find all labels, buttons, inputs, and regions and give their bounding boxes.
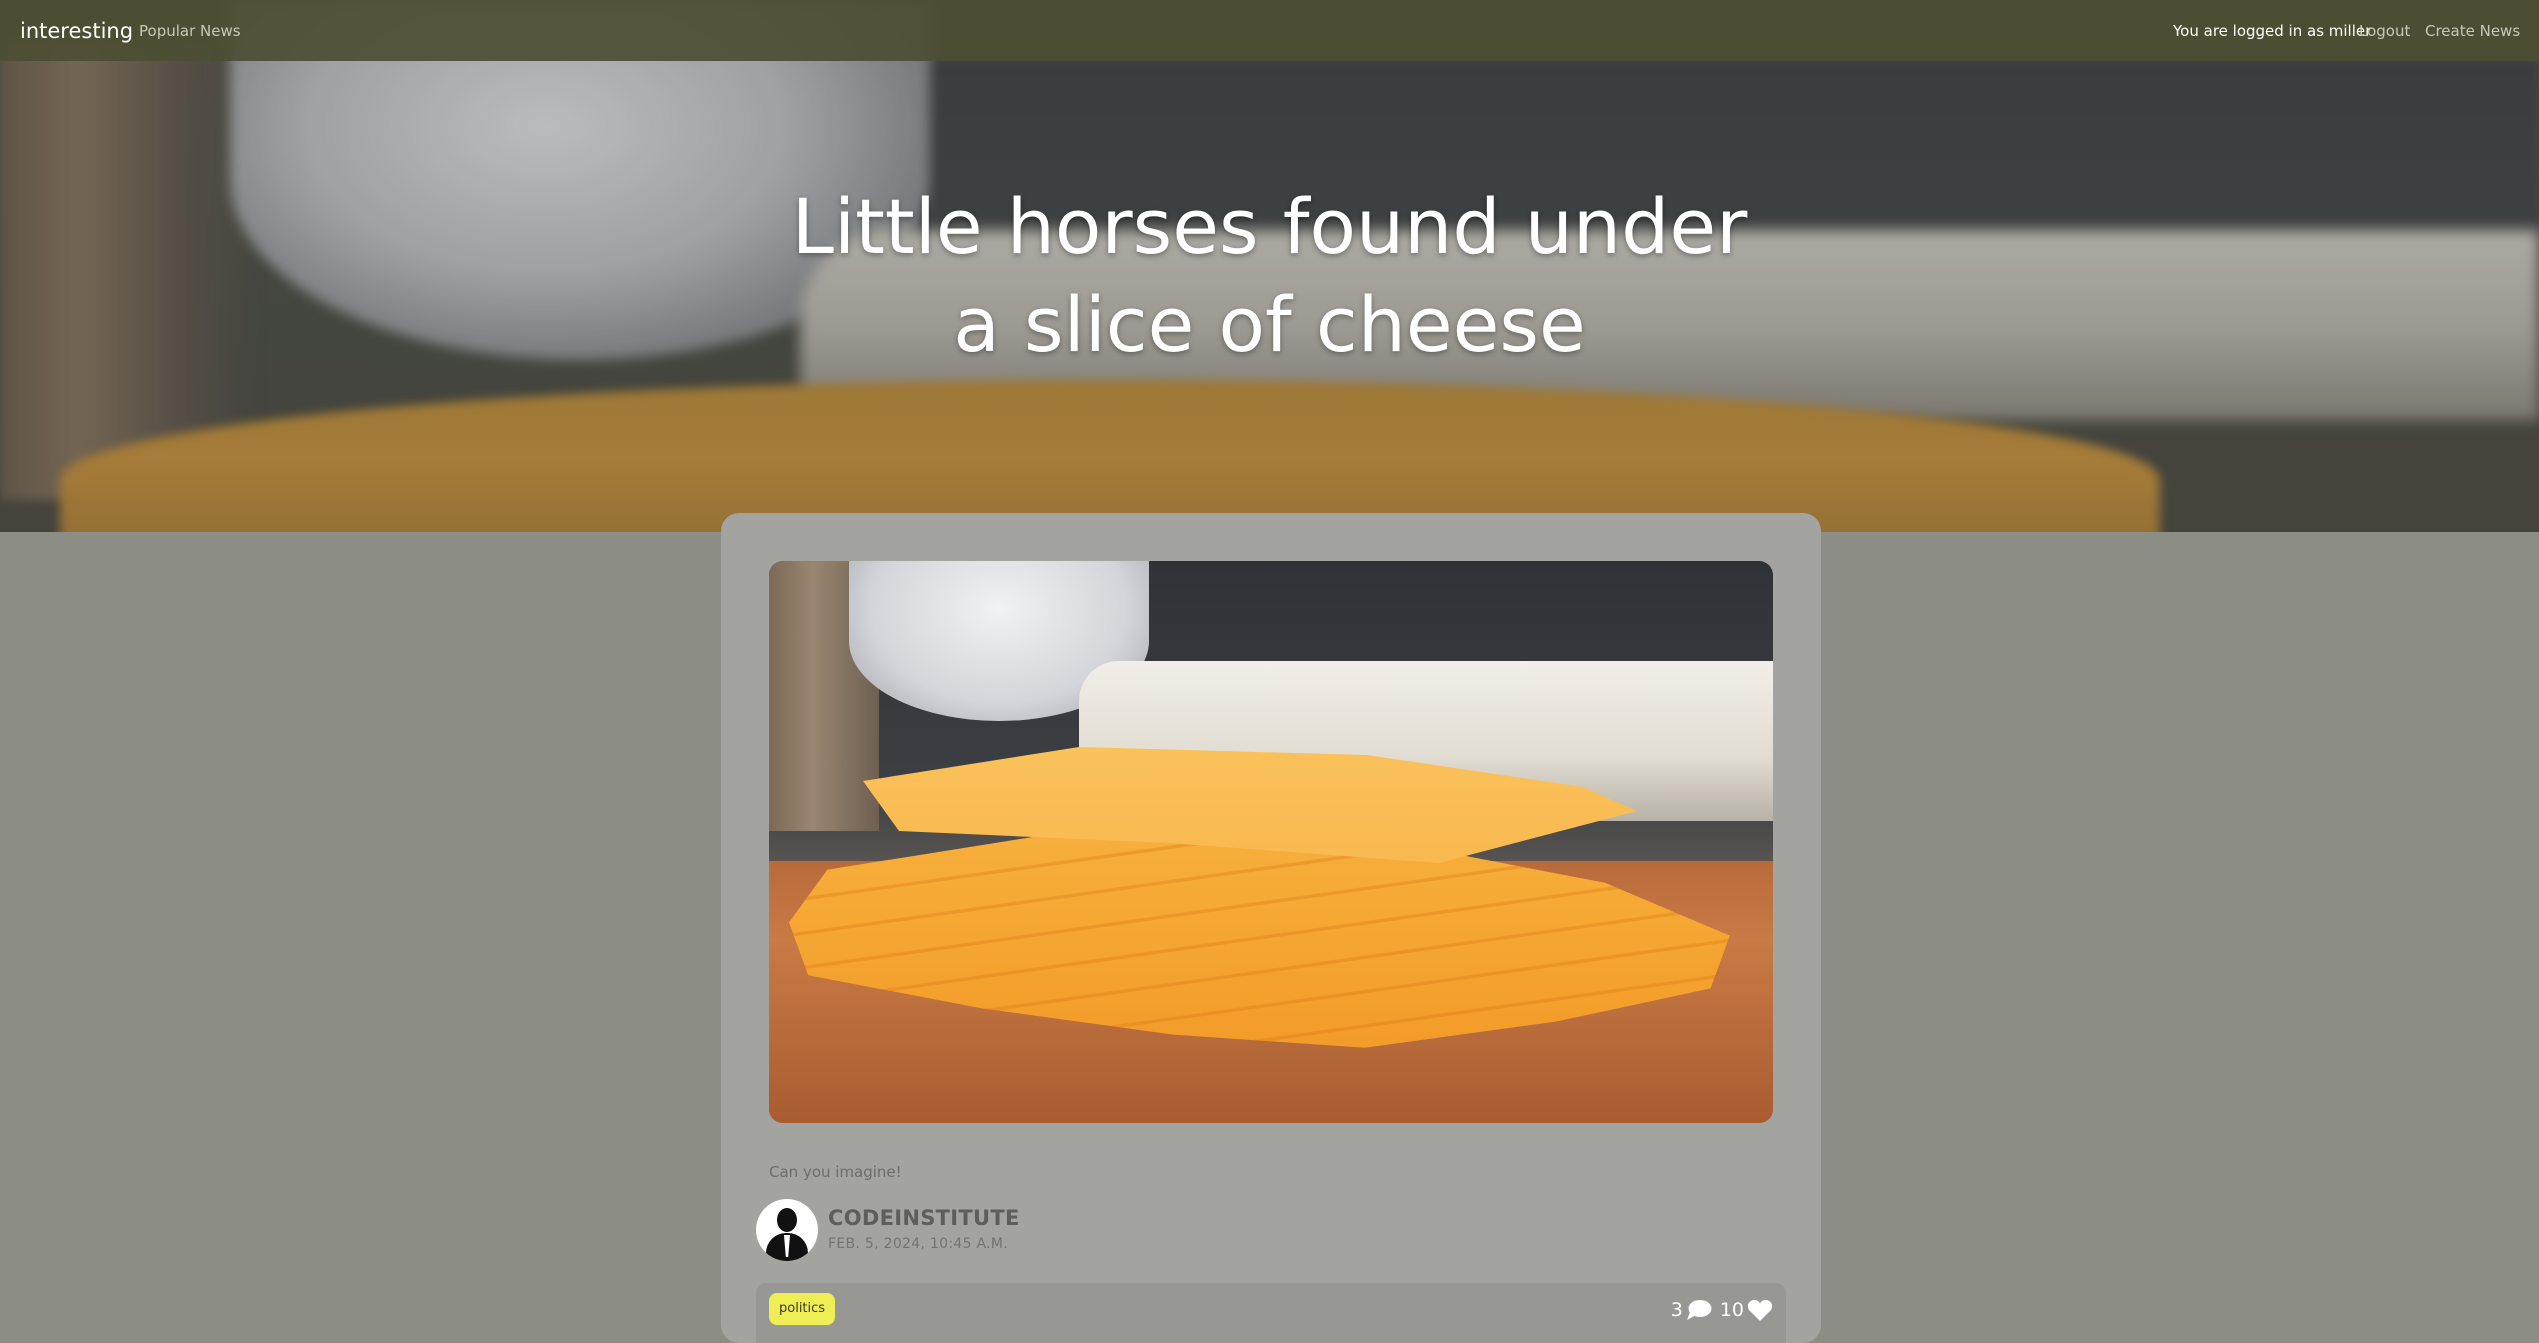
like-count: 10 xyxy=(1719,1299,1744,1321)
brand-logo[interactable]: interesting xyxy=(20,19,133,43)
comment-count: 3 xyxy=(1670,1299,1683,1321)
post-author: CODEINSTITUTE xyxy=(828,1206,1020,1230)
user-silhouette-icon xyxy=(777,1208,797,1232)
comment-icon xyxy=(1686,1300,1712,1320)
nav-popular-news[interactable]: Popular News xyxy=(139,22,241,40)
post-date: FEB. 5, 2024, 10:45 A.M. xyxy=(828,1236,1009,1252)
hero-banner: Little horses found under a slice of che… xyxy=(0,0,2539,532)
author-avatar xyxy=(756,1199,818,1261)
post-footer: politics 3 10 xyxy=(756,1283,1786,1343)
post-stats: 3 10 xyxy=(1671,1295,1773,1325)
post-title: Little horses found under a slice of che… xyxy=(0,178,2539,374)
post-card: Can you imagine! CODEINSTITUTE FEB. 5, 2… xyxy=(721,513,1821,1343)
nav-create-news[interactable]: Create News xyxy=(2425,22,2520,40)
comment-count-button[interactable]: 3 xyxy=(1671,1299,1712,1321)
navbar: interesting Popular News You are logged … xyxy=(0,0,2539,61)
like-count-button[interactable]: 10 xyxy=(1720,1298,1773,1322)
category-tag[interactable]: politics xyxy=(769,1293,836,1325)
nav-logout[interactable]: Logout xyxy=(2359,22,2410,40)
post-caption: Can you imagine! xyxy=(769,1163,902,1181)
post-image xyxy=(769,561,1773,1123)
post-title-text: Little horses found under a slice of che… xyxy=(791,182,1748,369)
heart-icon xyxy=(1747,1299,1773,1321)
logged-in-status: You are logged in as miller xyxy=(2173,22,2372,40)
